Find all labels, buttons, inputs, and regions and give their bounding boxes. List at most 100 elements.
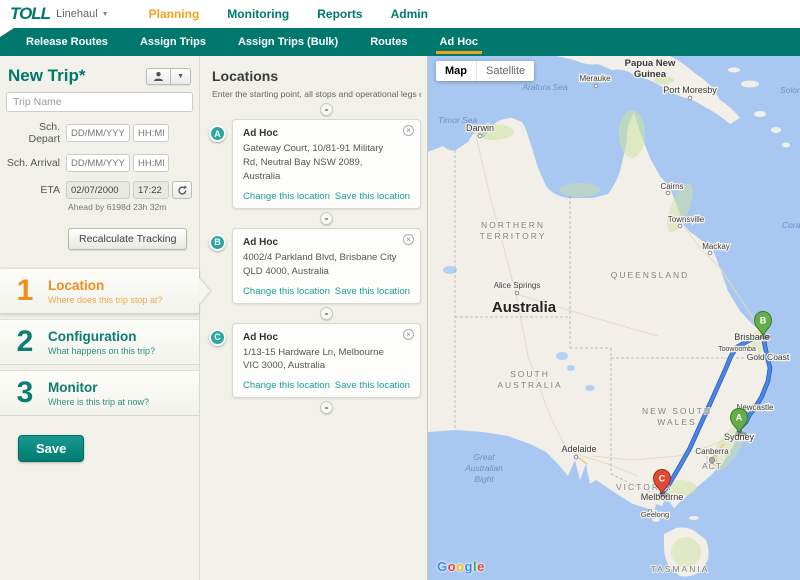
route-map[interactable]: Map Satellite Google [428,56,800,580]
arrival-date-input[interactable] [66,154,130,172]
arrival-time-input[interactable] [133,154,169,172]
planning-subnav: Release Routes Assign Trips Assign Trips… [0,28,800,56]
city-label: Gold Coast [747,352,790,362]
insert-stop-button[interactable] [320,103,333,116]
location-card-c: C × Ad Hoc 1/13-15 Hardware Ln, Melbourn… [232,323,421,399]
user-icon [153,71,164,82]
tab-routes[interactable]: Routes [354,28,423,56]
sea-label: Great [473,452,495,462]
nav-reports[interactable]: Reports [317,7,362,21]
country-label: Papua New [625,58,676,69]
change-location-link[interactable]: Change this location [243,286,330,297]
top-nav: Planning Monitoring Reports Admin [149,7,428,21]
city-label: Cairns [660,182,683,191]
step-number: 3 [14,378,36,408]
trip-user-split-button: ▼ [146,68,191,85]
eta-time-value [133,181,169,199]
map-type-control: Map Satellite [436,61,534,81]
country-label: Australia [492,299,557,316]
save-location-link[interactable]: Save this location [335,191,410,202]
region-label: QUEENSLAND [611,270,690,280]
city-label: Mackay [702,242,730,251]
step-subtitle: What happens on this trip? [48,346,155,356]
sea-label: Bight [474,474,494,484]
map-canvas: Timor Sea Arafura Sea Solomon Sea Coral … [428,56,800,580]
google-letter: G [437,559,448,574]
stop-badge: B [209,234,226,251]
step-configuration[interactable]: 2 Configuration What happens on this tri… [0,319,199,365]
tab-ad-hoc[interactable]: Ad Hoc [424,28,495,56]
location-card-a: A × Ad Hoc Gateway Court, 10/81-91 Milit… [232,119,421,209]
tab-assign-trips-bulk[interactable]: Assign Trips (Bulk) [222,28,354,56]
region-label: TASMANIA [651,564,710,574]
location-address: 4002/4 Parkland Blvd, Brisbane City QLD … [243,251,410,279]
refresh-eta-button[interactable] [172,181,192,199]
recalculate-tracking-button[interactable]: Recalculate Tracking [68,228,187,250]
step-number: 2 [14,327,36,357]
country-label: Guinea [634,69,667,80]
sea-label: Australian [464,463,503,473]
insert-stop-button[interactable] [320,307,333,320]
sea-label: Coral Sea [782,220,800,230]
region-label: TERRITORY [480,231,547,241]
locations-panel: Locations Enter the starting point, all … [200,56,428,580]
refresh-icon [177,185,188,196]
arrival-label: Sch. Arrival [6,157,66,169]
remove-location-icon[interactable]: × [403,234,414,245]
save-location-link[interactable]: Save this location [335,380,410,391]
chevron-down-icon: ▼ [177,73,184,80]
change-location-link[interactable]: Change this location [243,191,330,202]
sea-label: Arafura Sea [521,82,568,92]
save-button[interactable]: Save [18,435,84,462]
depart-time-input[interactable] [133,124,169,142]
google-letter: o [456,559,464,574]
remove-location-icon[interactable]: × [403,329,414,340]
nav-admin[interactable]: Admin [391,7,428,21]
city-label: Merauke [579,74,611,83]
google-letter: g [465,559,473,574]
remove-location-icon[interactable]: × [403,125,414,136]
satellite-view-button[interactable]: Satellite [476,61,534,81]
new-trip-panel: New Trip* ▼ Sch. Depart Sch. Arrival ETA [0,56,200,580]
city-label: Geelong [641,510,669,519]
google-letter: o [448,559,456,574]
google-logo: Google [437,559,485,574]
location-card-b: B × Ad Hoc 4002/4 Parkland Blvd, Brisban… [232,228,421,304]
save-location-link[interactable]: Save this location [335,286,410,297]
stop-badge: C [209,329,226,346]
tab-release-routes[interactable]: Release Routes [10,28,124,56]
nav-planning[interactable]: Planning [149,7,200,21]
step-title: Monitor [48,380,149,395]
chevron-down-icon: ▼ [102,11,109,18]
insert-stop-button[interactable] [320,212,333,225]
city-label: Port Moresby [663,85,717,95]
step-number: 1 [14,276,36,306]
step-location[interactable]: 1 Location Where does this trip stop at? [0,268,199,314]
user-dropdown-button[interactable]: ▼ [170,69,190,84]
trip-name-input[interactable] [6,92,193,112]
step-subtitle: Where does this trip stop at? [48,295,163,305]
google-letter: e [477,559,485,574]
insert-stop-button[interactable] [320,401,333,414]
region-label: NEW SOUTH [642,406,712,416]
location-address: Gateway Court, 10/81-91 Military Rd, Neu… [243,142,410,184]
depart-date-input[interactable] [66,124,130,142]
context-selector[interactable]: Linehaul ▼ [56,8,109,20]
map-view-button[interactable]: Map [436,61,476,81]
marker-letter: A [736,413,743,423]
eta-label: ETA [6,184,66,196]
depart-label: Sch. Depart [6,121,66,145]
nav-monitoring[interactable]: Monitoring [227,7,289,21]
assign-user-button[interactable] [147,69,170,84]
city-label: Adelaide [561,444,596,454]
city-label: Alice Springs [494,281,541,290]
step-monitor[interactable]: 3 Monitor Where is this trip at now? [0,370,199,416]
location-type: Ad Hoc [243,332,410,343]
region-label: NORTHERN [481,220,545,230]
region-label: WALES [657,417,696,427]
tab-assign-trips[interactable]: Assign Trips [124,28,222,56]
top-header: TOLL Linehaul ▼ Planning Monitoring Repo… [0,0,800,28]
location-type: Ad Hoc [243,128,410,139]
step-title: Configuration [48,329,155,344]
change-location-link[interactable]: Change this location [243,380,330,391]
